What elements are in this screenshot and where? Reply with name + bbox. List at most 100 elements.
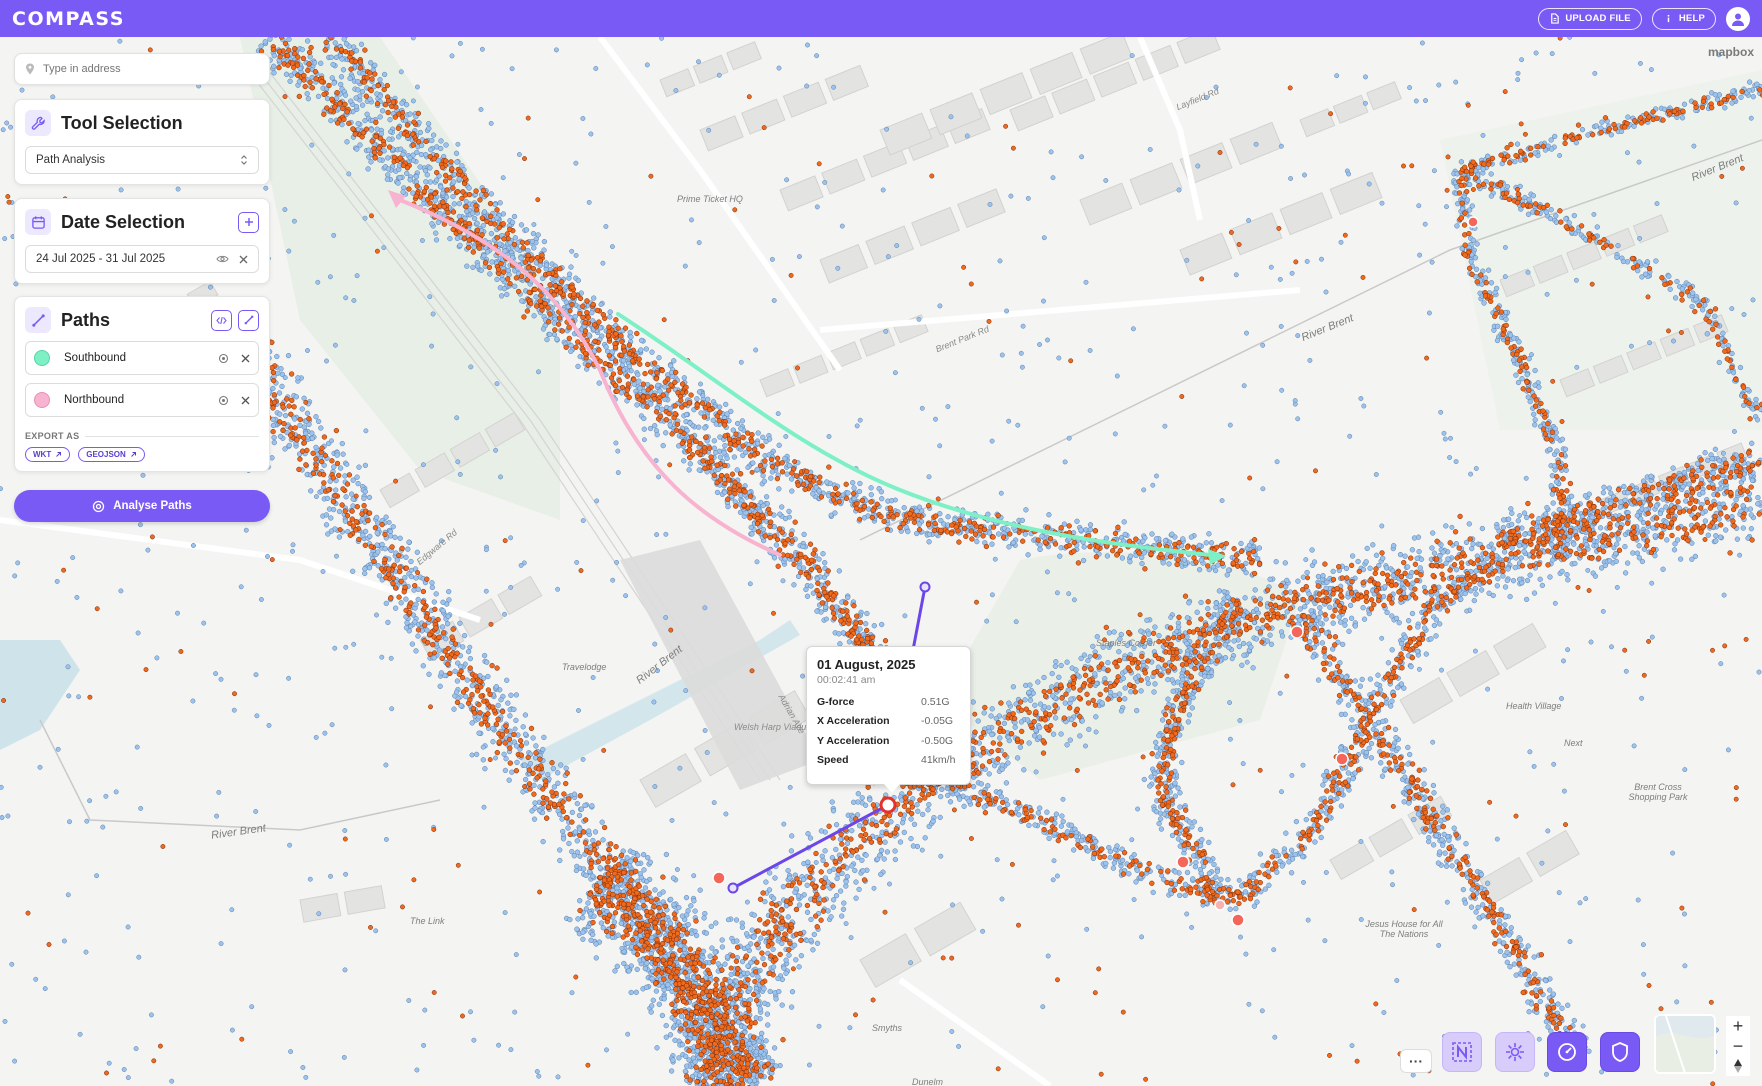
map-label-health-village: Health Village (1506, 701, 1562, 711)
address-search[interactable] (14, 53, 270, 85)
compass-icon (1734, 1059, 1742, 1073)
top-bar: COMPASS UPLOAD FILE HELP (0, 0, 1762, 37)
user-icon (1732, 13, 1744, 26)
export-geojson-button[interactable]: GEOJSON (78, 447, 145, 462)
tooltip-row: Y Acceleration -0.50G (817, 731, 960, 751)
minimap-preview (1656, 1016, 1714, 1072)
tooltip-key: G-force (817, 695, 855, 708)
map-label-dunelm: Dunelm (912, 1077, 944, 1086)
tooltip-value: 0.51G (921, 695, 950, 708)
tooltip-date: 01 August, 2025 (817, 657, 916, 672)
user-avatar[interactable] (1726, 6, 1750, 31)
wrench-icon (25, 110, 51, 136)
upload-file-button[interactable]: UPLOAD FILE (1538, 7, 1642, 30)
gauge-button[interactable] (1547, 1032, 1587, 1072)
locate-icon[interactable] (218, 353, 229, 364)
app-logo[interactable]: COMPASS (12, 8, 125, 30)
mapbox-attribution[interactable]: mapbox (1708, 45, 1754, 59)
tooltip-value: -0.50G (921, 734, 954, 747)
settings-icon (1506, 1043, 1524, 1061)
date-range-value: 24 Jul 2025 - 31 Jul 2025 (36, 253, 166, 265)
help-button[interactable]: HELP (1651, 7, 1716, 30)
path-item-southbound[interactable]: Southbound (25, 341, 259, 375)
zoom-controls: + − (1726, 1016, 1750, 1076)
more-options-button[interactable]: ··· (1400, 1049, 1432, 1073)
zoom-in-button[interactable]: + (1726, 1016, 1750, 1036)
paths-card: Paths Southbound Northbound EXPORT AS WK… (14, 296, 270, 472)
tooltip-value: 41km/h (921, 754, 956, 767)
tooltip-pointer (884, 784, 900, 793)
map-label-prime-ticket: Prime Ticket HQ (677, 194, 743, 204)
date-selection-title: Date Selection (61, 211, 186, 232)
tooltip-row: X Acceleration -0.05G (817, 712, 960, 732)
external-link-icon (56, 452, 62, 457)
export-geojson-label: GEOJSON (86, 450, 126, 459)
shield-icon (1612, 1042, 1628, 1062)
map-label-welsh-harp: Welsh Harp Viaduct (734, 722, 814, 732)
tooltip-key: Y Acceleration (817, 734, 890, 747)
shield-button[interactable] (1600, 1032, 1640, 1072)
calendar-icon (25, 209, 51, 235)
tooltip-key: X Acceleration (817, 715, 890, 728)
more-icon: ··· (1409, 1053, 1423, 1069)
minimap[interactable] (1654, 1014, 1716, 1074)
code-icon (216, 316, 227, 324)
select-chevron-icon (241, 155, 247, 165)
path-color-northbound (34, 392, 50, 408)
analyse-paths-button[interactable]: Analyse Paths (14, 490, 270, 522)
path-label-northbound: Northbound (64, 394, 125, 406)
tool-select[interactable]: Path Analysis (25, 146, 259, 174)
map-label-jesus-house: Jesus House for All The Nations (1365, 919, 1443, 939)
add-date-button[interactable] (238, 211, 259, 233)
export-wkt-button[interactable]: WKT (25, 447, 71, 462)
locate-icon[interactable] (218, 395, 229, 406)
external-link-icon (130, 452, 136, 457)
zoom-out-button[interactable]: − (1726, 1036, 1750, 1056)
help-label: HELP (1678, 13, 1705, 24)
map-label-next: Next (1564, 738, 1583, 748)
map-label-travelodge: Travelodge (562, 662, 607, 672)
date-range-field[interactable]: 24 Jul 2025 - 31 Jul 2025 (25, 245, 259, 273)
tooltip-time: 00:02:41 am (817, 674, 876, 686)
tool-selection-card: Tool Selection Path Analysis (14, 99, 270, 185)
tooltip-key: Speed (817, 754, 849, 767)
plus-icon (244, 218, 253, 226)
tooltip-row: Speed 41km/h (817, 751, 960, 771)
close-icon[interactable] (241, 354, 250, 363)
map-label-smyths: Smyths (872, 1023, 903, 1033)
location-pin-icon (26, 63, 34, 75)
close-icon[interactable] (239, 255, 248, 264)
map-label-staples-corner: Staples Corner (1096, 638, 1157, 648)
tool-select-value: Path Analysis (36, 154, 106, 166)
date-selection-card: Date Selection 24 Jul 2025 - 31 Jul 2025 (14, 198, 270, 284)
map-layer[interactable] (0, 37, 1762, 1086)
settings-button[interactable] (1495, 1032, 1535, 1072)
file-icon (1551, 13, 1560, 24)
analyse-paths-label: Analyse Paths (113, 500, 192, 512)
address-search-input[interactable] (43, 63, 243, 75)
gauge-icon (1558, 1043, 1576, 1061)
path-icon (25, 307, 51, 333)
compass-button[interactable] (1726, 1056, 1750, 1076)
path-label-southbound: Southbound (64, 352, 127, 364)
draw-path-button[interactable] (238, 309, 259, 331)
paths-title: Paths (61, 309, 111, 330)
n-map-icon (1452, 1042, 1472, 1062)
close-icon[interactable] (241, 396, 250, 405)
upload-file-label: UPLOAD FILE (1565, 13, 1631, 24)
tooltip-row: G-force 0.51G (817, 692, 960, 712)
path-color-southbound (34, 350, 50, 366)
target-icon (93, 500, 105, 512)
data-point-tooltip: 01 August, 2025 00:02:41 am G-force 0.51G… (806, 646, 971, 785)
export-wkt-label: WKT (33, 450, 52, 459)
eye-icon[interactable] (216, 254, 229, 264)
north-map-button[interactable] (1442, 1032, 1482, 1072)
tooltip-value: -0.05G (921, 715, 954, 728)
map-canvas[interactable]: Prime Ticket HQ Brent Park Rd Layfield R… (0, 37, 1762, 1086)
export-as-label: EXPORT AS (25, 431, 259, 441)
path-item-northbound[interactable]: Northbound (25, 383, 259, 417)
map-label-the-link: The Link (410, 916, 445, 926)
code-button[interactable] (211, 309, 232, 331)
map-label-brent-cross: Brent Cross Shopping Park (1628, 782, 1688, 802)
draw-path-icon (244, 315, 253, 325)
